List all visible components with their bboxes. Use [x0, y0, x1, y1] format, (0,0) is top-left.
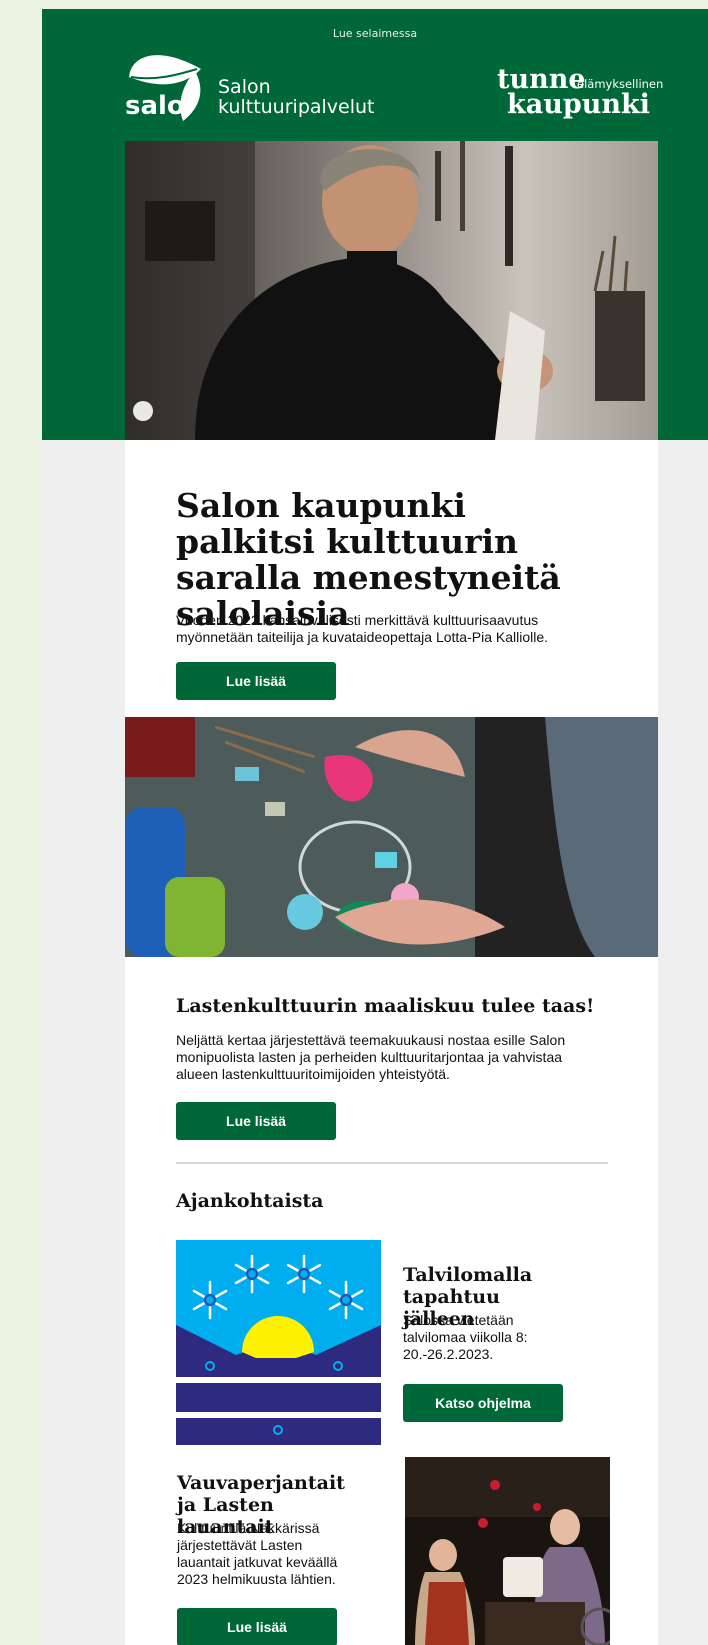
header: Lue selaimessa salo Salon kulttuuripalve…	[42, 9, 708, 440]
view-in-browser-link[interactable]: Lue selaimessa	[42, 27, 708, 40]
view-program-button[interactable]: Katso ohjelma	[403, 1384, 563, 1422]
article1-body: Vuoden 2022 kansainvälisesti merkittävä …	[176, 612, 549, 645]
article1-title: Salon kaupunki palkitsi kulttuurin saral…	[176, 486, 561, 633]
article2-title: Lastenkulttuurin maaliskuu tulee taas!	[176, 995, 595, 1017]
salo-leaf-icon: salo	[125, 55, 201, 121]
section-divider	[176, 1162, 608, 1164]
salo-wordmark: salo	[125, 91, 185, 121]
logo-line2: kulttuuripalvelut	[218, 96, 375, 118]
winter-holiday-body: Salossa vietetään talvilomaa viikolla 8:…	[403, 1312, 528, 1362]
article1-read-more-button[interactable]: Lue lisää	[176, 662, 336, 700]
article2-body: Neljättä kertaa järjestettävä teemakuuka…	[176, 1032, 566, 1082]
baby-fridays-body: Kulttuuritila Näkkärissä järjestettävät …	[177, 1520, 338, 1587]
hero-image[interactable]	[125, 141, 658, 440]
salon-kulttuuripalvelut-logo[interactable]: salo Salon kulttuuripalvelut	[125, 47, 375, 125]
crafts-image[interactable]	[125, 717, 658, 957]
theater-performance-image[interactable]	[405, 1457, 610, 1645]
baby-fridays-read-more-button[interactable]: Lue lisää	[177, 1608, 337, 1645]
logo-tunne: tunne	[497, 64, 586, 95]
logo-line1: Salon	[218, 76, 271, 98]
article2-read-more-button[interactable]: Lue lisää	[176, 1102, 336, 1140]
winter-holiday-image[interactable]	[176, 1240, 381, 1445]
email-container: Lue selaimessa salo Salon kulttuuripalve…	[42, 9, 708, 1645]
logo-kaupunki: kaupunki	[507, 89, 650, 120]
logo-text: Salon kulttuuripalvelut	[218, 77, 375, 117]
news-heading: Ajankohtaista	[176, 1190, 324, 1212]
content-area: Salon kaupunki palkitsi kulttuurin saral…	[125, 440, 658, 1645]
